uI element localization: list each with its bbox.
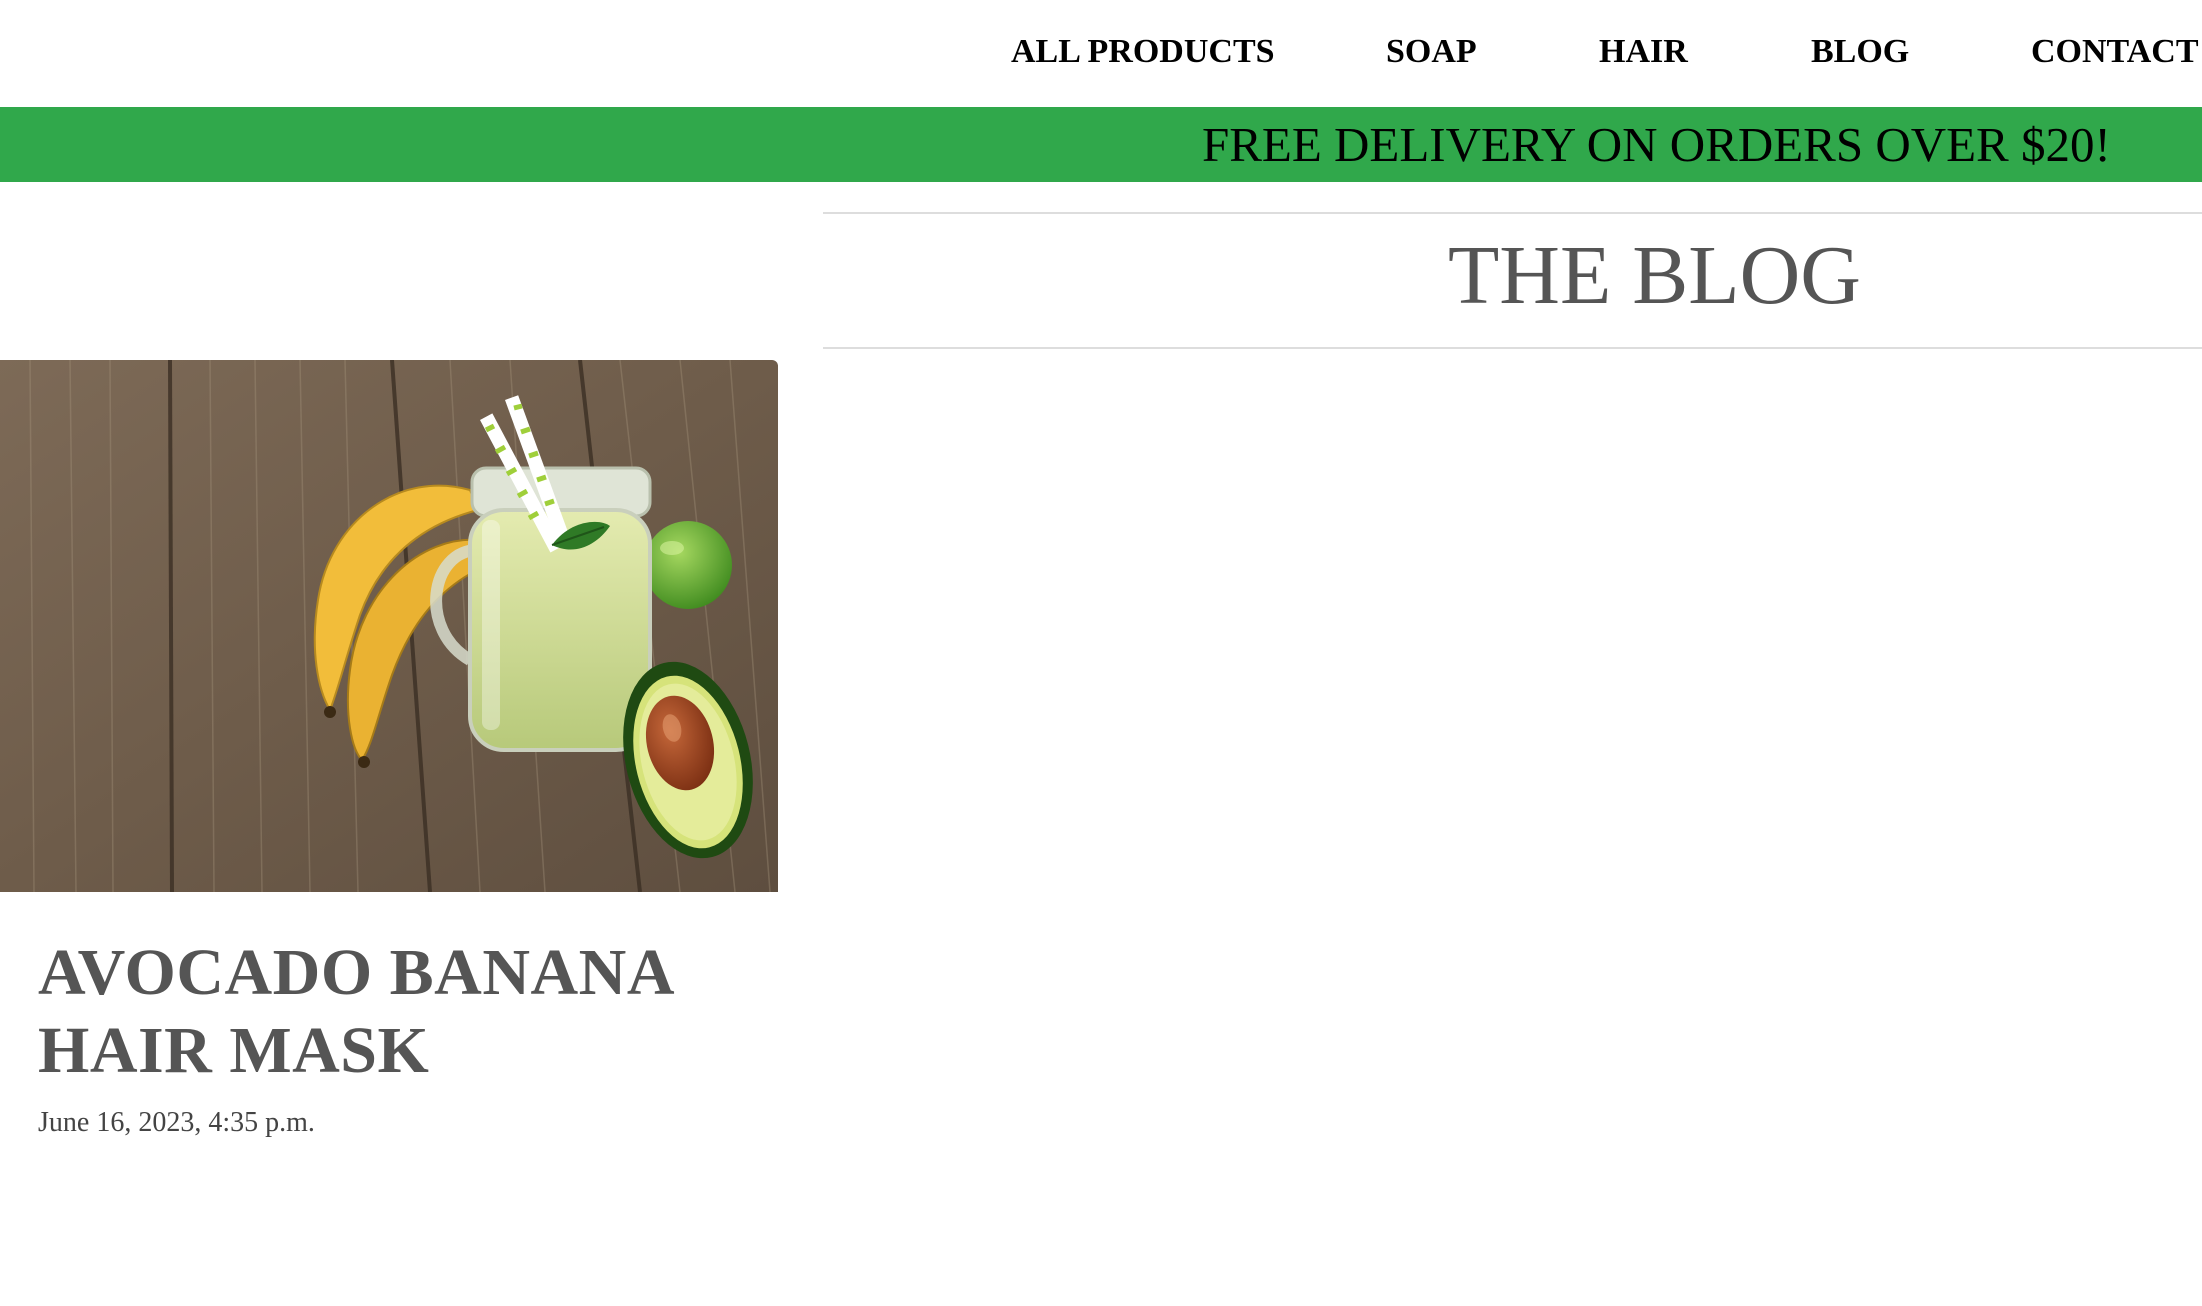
nav-item-hair[interactable]: HAIR bbox=[1599, 32, 1688, 72]
nav-item-blog[interactable]: BLOG bbox=[1811, 32, 1909, 72]
post-title[interactable]: AVOCADO BANANA HAIR MASK bbox=[38, 934, 738, 1090]
blog-header: THE BLOG bbox=[823, 212, 2202, 349]
page: ALL PRODUCTS SOAP HAIR BLOG CONTACT US F… bbox=[0, 0, 2202, 1306]
nav-item-soap[interactable]: SOAP bbox=[1386, 32, 1477, 72]
post-image[interactable] bbox=[0, 360, 778, 892]
post-date: June 16, 2023, 4:35 p.m. bbox=[38, 1107, 315, 1138]
top-navigation: ALL PRODUCTS SOAP HAIR BLOG CONTACT US bbox=[0, 0, 2202, 107]
promo-text: FREE DELIVERY ON ORDERS OVER $20! bbox=[1202, 117, 2111, 172]
promo-banner: FREE DELIVERY ON ORDERS OVER $20! bbox=[0, 107, 2202, 182]
nav-item-contact-us[interactable]: CONTACT US bbox=[2031, 32, 2202, 72]
blog-post-card[interactable]: AVOCADO BANANA HAIR MASK June 16, 2023, … bbox=[0, 360, 778, 1160]
page-title: THE BLOG bbox=[1448, 229, 1861, 322]
nav-item-all-products[interactable]: ALL PRODUCTS bbox=[1011, 32, 1275, 72]
